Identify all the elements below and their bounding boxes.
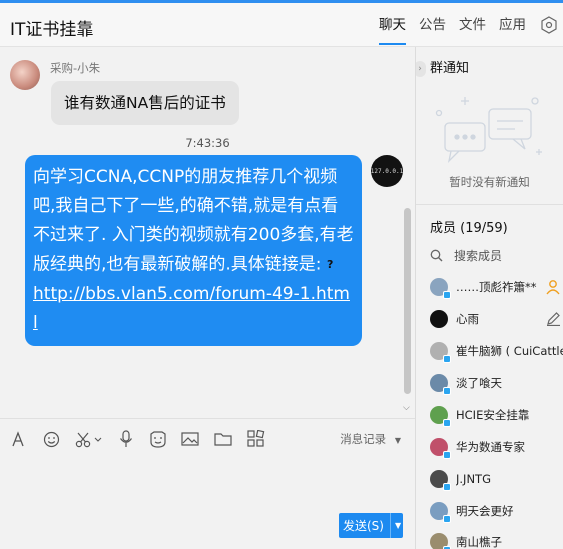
message-timestamp: 7:43:36 [185,136,230,150]
empty-notice-illustration-icon [435,97,542,163]
send-options-icon[interactable]: ▼ [389,513,401,538]
tab-chat[interactable]: 聊天 [379,3,406,47]
send-label: 发送(S) [343,519,384,533]
member-item[interactable]: J.JNTG [430,465,563,493]
member-item[interactable]: HCIE安全挂靠 [430,401,563,429]
member-device-badge-icon [443,483,451,491]
member-avatar [430,470,451,491]
sender-avatar[interactable] [10,60,40,90]
member-name: HCIE安全挂靠 [456,408,530,422]
member-item[interactable]: 淡了喰天 [430,369,563,397]
search-icon [430,249,443,262]
member-name: 心雨 [456,312,479,326]
member-device-badge-icon [443,291,451,299]
message-link[interactable]: http://bbs.vlan5.com/forum-49-1.html [33,284,350,333]
member-avatar [430,278,451,299]
member-search-label: 搜索成员 [454,249,503,263]
outgoing-message-text: 向学习CCNA,CCNP的朋友推荐几个视频吧,我自己下了一些,的确不错,就是有点… [33,167,354,275]
notice-title: 群通知 [430,61,470,76]
member-item[interactable]: 华为数通专家 [430,433,563,461]
chevron-down-icon: ▼ [394,436,401,445]
send-button[interactable]: 发送(S) ▼ [339,513,403,538]
outgoing-message-bubble: 向学习CCNA,CCNP的朋友推荐几个视频吧,我自己下了一些,的确不错,就是有点… [25,155,362,346]
member-avatar [430,502,451,523]
member-device-badge-icon [443,451,451,459]
group-owner-icon [546,280,560,295]
sidebar-divider [416,204,563,205]
notice-empty-text: 暂时没有新通知 [449,175,530,189]
members-title: 成员 (19/59) [430,221,508,236]
member-name: 华为数通专家 [456,440,525,454]
group-sidebar: › 群通知 暂时没有新通知 成员 (19/59) 搜索成员 ……顶彪祚簫** 心… [416,47,563,549]
edit-icon[interactable] [546,311,561,326]
microphone-icon[interactable] [116,429,136,449]
member-item[interactable]: 心雨 [430,305,563,333]
collapse-sidebar-icon[interactable]: › [416,61,426,77]
sender-name: 采购-小朱 [50,61,101,75]
member-item[interactable]: ……顶彪祚簫** [430,273,563,301]
tab-apps[interactable]: 应用 [499,3,526,47]
scissors-icon[interactable] [74,429,104,449]
member-device-badge-icon [443,355,451,363]
incoming-message-bubble: 谁有数通NA售后的证书 [51,81,239,125]
self-avatar[interactable]: 127.0.0.1 [371,155,403,187]
member-item[interactable]: 崔牛脑狮 ( CuiCattle [430,337,563,365]
member-avatar [430,438,451,459]
member-avatar [430,374,451,395]
sticker-icon[interactable] [148,429,168,449]
input-toolbar: 消息记录 ▼ [0,418,415,458]
scroll-down-icon[interactable]: ⌵ [403,403,410,413]
message-history-button[interactable]: 消息记录 ▼ [340,431,401,447]
font-icon[interactable] [8,429,28,449]
member-item[interactable]: 南山樵子 [430,528,563,549]
chat-scrollbar-thumb[interactable] [404,208,411,394]
chat-message-area[interactable]: 采购-小朱 谁有数通NA售后的证书 7:43:36 向学习CCNA,CCNP的朋… [0,48,415,418]
tab-notice[interactable]: 公告 [419,3,446,47]
member-device-badge-icon [443,419,451,427]
member-avatar [430,342,451,363]
member-avatar [430,533,451,549]
member-name: 南山樵子 [456,535,502,549]
group-tabs: 聊天 公告 文件 应用 [379,3,563,47]
member-name: J.JNTG [456,472,491,486]
member-avatar [430,406,451,427]
group-title: IT证书挂靠 [10,20,94,40]
member-name: ……顶彪祚簫** [456,280,537,294]
hexagon-settings-icon[interactable] [539,15,559,35]
image-icon[interactable] [180,429,200,449]
member-name: 明天会更好 [456,504,514,518]
member-name: 崔牛脑狮 ( CuiCattle [456,344,563,358]
member-name: 淡了喰天 [456,376,502,390]
message-history-label: 消息记录 [340,432,387,446]
unknown-glyph-icon: ? [326,258,334,271]
emoji-icon[interactable] [41,429,61,449]
member-item[interactable]: 明天会更好 [430,497,563,525]
member-search[interactable]: 搜索成员 [430,247,502,264]
member-device-badge-icon [443,387,451,395]
more-apps-icon[interactable] [246,429,266,449]
member-avatar [430,310,448,328]
folder-icon[interactable] [213,429,233,449]
member-device-badge-icon [443,515,451,523]
group-header: IT证书挂靠 聊天 公告 文件 应用 [0,3,563,47]
tab-files[interactable]: 文件 [459,3,486,47]
